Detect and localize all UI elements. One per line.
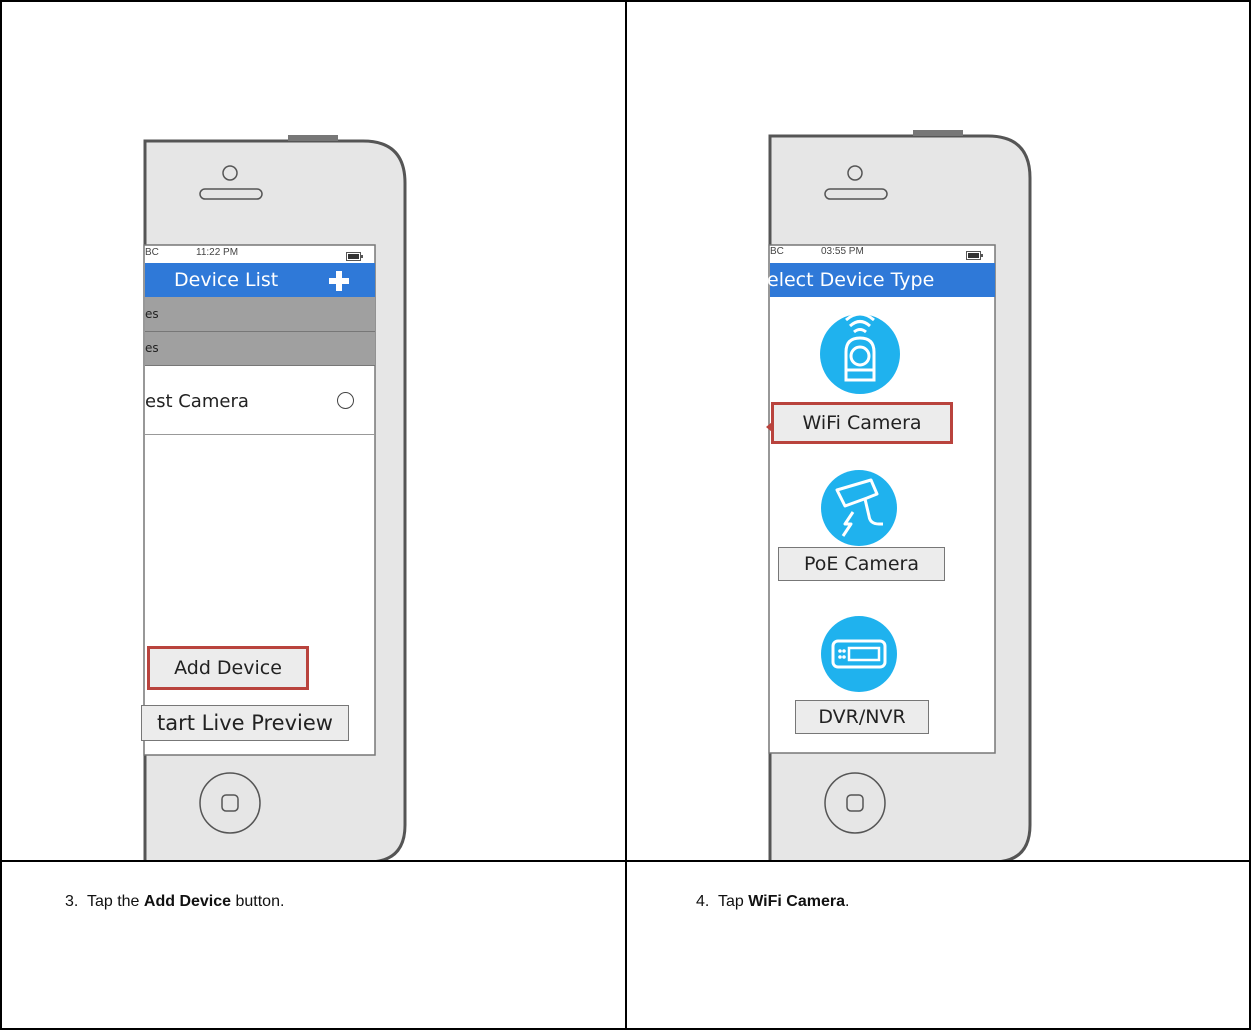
status-time: 11:22 PM xyxy=(196,247,239,258)
dvr-nvr-icon[interactable] xyxy=(819,614,899,699)
step-text-bold: WiFi Camera xyxy=(748,893,845,910)
instruction-table: BC 11:22 PM Device List es es est Camera xyxy=(0,0,1251,1030)
step-number: 4. xyxy=(696,893,710,910)
cell-step-3: 3. Tap the Add Device button. xyxy=(0,860,627,1030)
page-title: Device List xyxy=(174,269,279,291)
step-text-bold: Add Device xyxy=(143,893,232,910)
select-device-type-header: elect Device Type xyxy=(767,263,995,297)
cell-left-screenshot: BC 11:22 PM Device List es es est Camera xyxy=(0,0,627,862)
device-list-header: Device List xyxy=(145,263,375,297)
status-carrier: BC xyxy=(770,246,784,257)
step-number: 3. xyxy=(65,893,79,910)
step-4-instruction: 4. Tap WiFi Camera. xyxy=(696,893,849,911)
radio-icon[interactable] xyxy=(337,392,354,409)
step-text: Tap xyxy=(717,893,749,910)
device-name: est Camera xyxy=(145,391,249,412)
cell-right-screenshot: BC 03:55 PM elect Device Type WiFi Camer… xyxy=(625,0,1251,862)
phone-device-list: BC 11:22 PM Device List es es est Camera xyxy=(141,135,409,860)
poe-camera-icon[interactable] xyxy=(819,468,899,553)
step-text: Tap the xyxy=(86,893,144,910)
poe-camera-button[interactable]: PoE Camera xyxy=(778,547,945,581)
start-live-preview-button[interactable]: tart Live Preview xyxy=(141,705,349,741)
group-row-label: es xyxy=(145,307,159,321)
status-time: 03:55 PM xyxy=(821,246,864,257)
phone-select-device-type: BC 03:55 PM elect Device Type WiFi Camer… xyxy=(766,130,1034,860)
step-3-instruction: 3. Tap the Add Device button. xyxy=(65,893,284,911)
phone-body xyxy=(768,130,1032,860)
cell-step-4: 4. Tap WiFi Camera. xyxy=(625,860,1251,1030)
wifi-camera-icon[interactable] xyxy=(819,302,901,399)
group-row-label: es xyxy=(145,341,159,355)
add-device-button[interactable]: Add Device xyxy=(147,646,309,690)
step-text: button. xyxy=(231,893,285,910)
page-title: elect Device Type xyxy=(767,269,935,291)
step-text: . xyxy=(844,893,850,910)
add-icon[interactable] xyxy=(328,269,350,291)
wifi-camera-button[interactable]: WiFi Camera xyxy=(771,402,953,444)
dvr-nvr-button[interactable]: DVR/NVR xyxy=(795,700,929,734)
phone-body xyxy=(143,135,407,860)
status-carrier: BC xyxy=(145,247,159,258)
group-row[interactable]: es xyxy=(145,297,375,332)
device-list-item[interactable]: est Camera xyxy=(145,366,375,435)
group-row[interactable]: es xyxy=(145,332,375,366)
